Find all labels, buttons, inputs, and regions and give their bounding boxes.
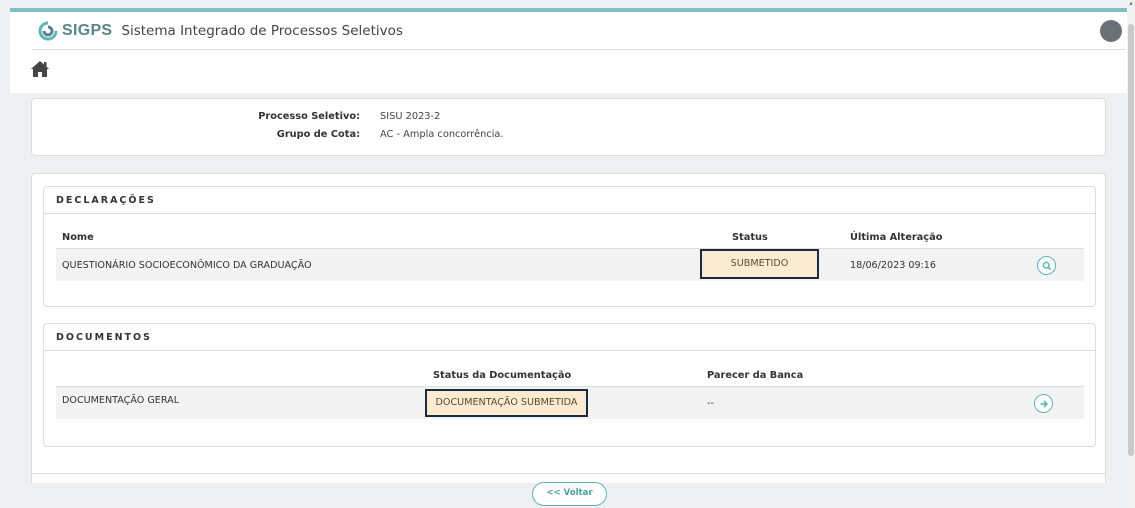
view-button[interactable] [1037, 256, 1056, 275]
status-badge: SUBMETIDO [700, 249, 819, 279]
app-header: SIGPS Sistema Integrado de Processos Sel… [10, 12, 1127, 93]
arrow-right-icon [1040, 399, 1048, 408]
footer-divider [32, 473, 1105, 474]
declaracoes-section: DECLARAÇÕES Nome Status Última Alteração… [43, 186, 1096, 307]
scrollbar-thumb[interactable] [1128, 24, 1134, 456]
info-row-processo: Processo Seletivo: SISU 2023-2 [160, 111, 440, 122]
status-badge: DOCUMENTAÇÃO SUBMETIDA [425, 389, 588, 417]
grupo-value: AC - Ampla concorrência. [380, 129, 504, 140]
header-bar: SIGPS Sistema Integrado de Processos Sel… [32, 12, 1126, 50]
scroll-up-icon[interactable]: ▴ [1127, 0, 1135, 8]
logo[interactable]: SIGPS [38, 21, 112, 41]
col-ultima-alteracao: Última Alteração [850, 232, 943, 243]
avatar[interactable] [1100, 20, 1122, 42]
processo-value: SISU 2023-2 [380, 111, 441, 122]
documentos-section: DOCUMENTOS Status da Documentação Parece… [43, 323, 1096, 447]
info-panel: Processo Seletivo: SISU 2023-2 Grupo de … [31, 98, 1106, 156]
documentos-title: DOCUMENTOS [44, 324, 1095, 351]
logo-text: SIGPS [62, 21, 113, 39]
ultima-alteracao-value: 18/06/2023 09:16 [850, 260, 936, 271]
col-status: Status [732, 232, 768, 243]
open-button[interactable] [1034, 394, 1053, 413]
app-title: Sistema Integrado de Processos Seletivos [121, 22, 403, 39]
documento-nome: DOCUMENTAÇÃO GERAL [62, 395, 180, 406]
parecer-value: -- [707, 398, 714, 409]
back-button[interactable]: << Voltar [532, 482, 607, 506]
processo-label: Processo Seletivo: [258, 111, 360, 122]
home-icon[interactable] [30, 60, 50, 78]
col-status-documentacao: Status da Documentação [433, 370, 572, 381]
declaracoes-title: DECLARAÇÕES [44, 187, 1095, 214]
info-row-grupo: Grupo de Cota: AC - Ampla concorrência. [160, 129, 504, 140]
col-parecer-banca: Parecer da Banca [707, 370, 804, 381]
search-icon [1042, 261, 1051, 270]
declaracao-nome: QUESTIONÁRIO SOCIOECONÔMICO DA GRADUAÇÃO [62, 260, 312, 271]
col-nome: Nome [62, 232, 94, 243]
main-panel: DECLARAÇÕES Nome Status Última Alteração… [31, 173, 1106, 506]
logo-icon [38, 21, 58, 40]
grupo-label: Grupo de Cota: [276, 129, 360, 140]
scrollbar[interactable]: ▴ [1127, 0, 1135, 508]
